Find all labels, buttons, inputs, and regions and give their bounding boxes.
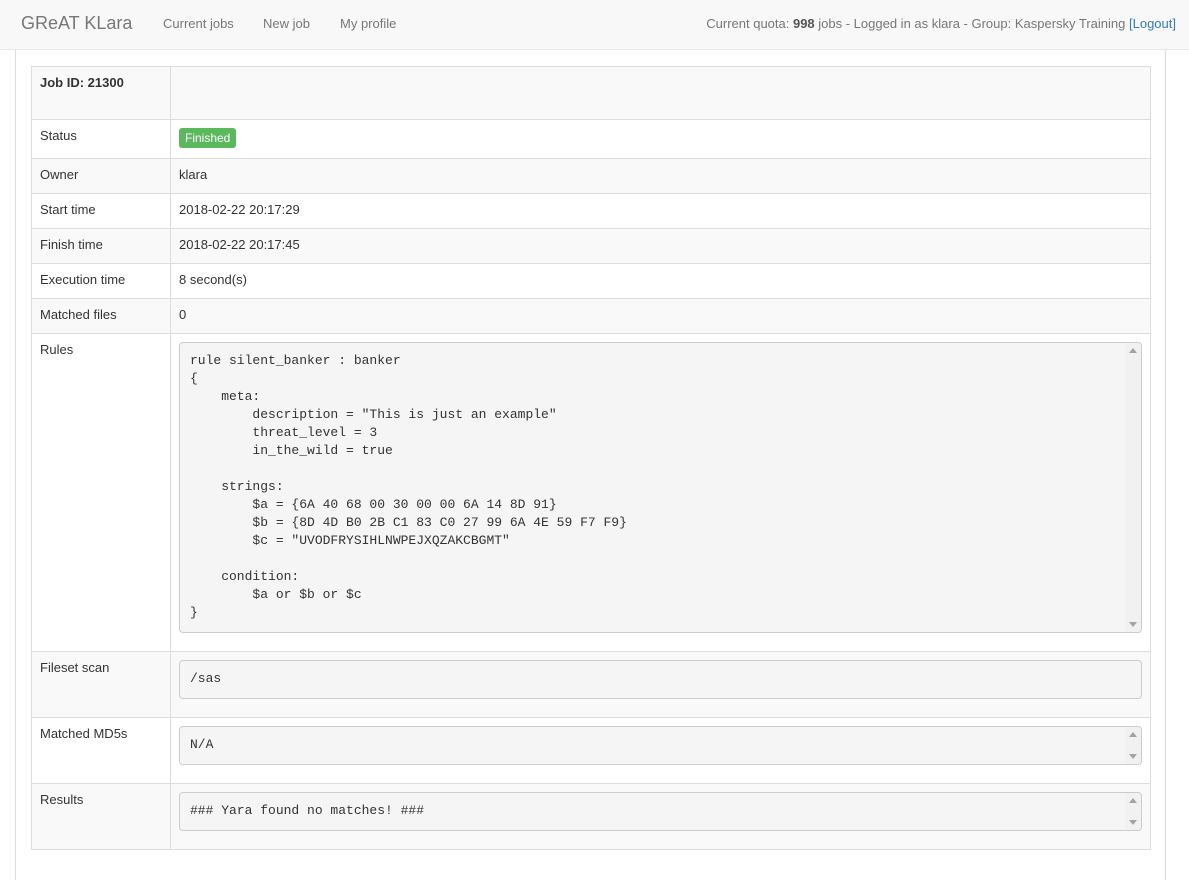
execution-time-label: Execution time (31, 263, 171, 299)
matched-md5s-block[interactable]: N/A (179, 726, 1142, 765)
start-time-label: Start time (31, 193, 171, 229)
fileset-scan-row: Fileset scan /sas (31, 651, 1151, 718)
matched-files-label: Matched files (31, 298, 171, 334)
user-info: Current quota: 998 jobs - Logged in as k… (706, 16, 1176, 31)
quota-prefix: Current quota: (706, 16, 793, 31)
finish-time-label: Finish time (31, 228, 171, 264)
finish-time-value: 2018-02-22 20:17:45 (170, 228, 1151, 264)
results-row: Results ### Yara found no matches! ### (31, 783, 1151, 850)
logout-link[interactable]: [Logout] (1129, 16, 1176, 31)
scroll-down-arrow-icon[interactable] (1129, 622, 1137, 627)
finish-time-row: Finish time 2018-02-22 20:17:45 (31, 228, 1151, 264)
brand-link[interactable]: GReAT KLara (21, 13, 132, 34)
rules-row: Rules rule silent_banker : banker { meta… (31, 333, 1151, 652)
matched-md5s-text: N/A (190, 737, 214, 752)
status-label: Status (31, 119, 171, 159)
execution-time-value: 8 second(s) (170, 263, 1151, 299)
job-details-table: Job ID: 21300 Status Finished Owner klar… (31, 66, 1151, 850)
owner-value: klara (170, 158, 1151, 194)
matched-md5s-row: Matched MD5s N/A (31, 717, 1151, 784)
quota-value: 998 (792, 16, 815, 31)
scroll-down-arrow-icon[interactable] (1129, 820, 1137, 825)
fileset-scan-text: /sas (190, 671, 222, 686)
top-navbar: GReAT KLara Current jobs New job My prof… (0, 0, 1189, 50)
scroll-up-arrow-icon[interactable] (1129, 798, 1137, 803)
owner-row: Owner klara (31, 158, 1151, 194)
results-text: ### Yara found no matches! ### (190, 803, 425, 818)
start-time-row: Start time 2018-02-22 20:17:29 (31, 193, 1151, 229)
start-time-value: 2018-02-22 20:17:29 (170, 193, 1151, 229)
matched-md5s-label: Matched MD5s (31, 717, 171, 784)
owner-label: Owner (31, 158, 171, 194)
job-header-row: Job ID: 21300 (31, 66, 1151, 120)
results-scrollbar[interactable] (1125, 793, 1141, 830)
status-row: Status Finished (31, 119, 1151, 159)
results-block[interactable]: ### Yara found no matches! ### (179, 792, 1142, 831)
status-badge: Finished (179, 128, 237, 148)
md5s-scrollbar[interactable] (1125, 727, 1141, 764)
nav-my-profile[interactable]: My profile (340, 16, 396, 31)
scroll-up-arrow-icon[interactable] (1129, 348, 1137, 353)
user-group-text: jobs - Logged in as klara - Group: Kaspe… (814, 16, 1129, 31)
matched-files-row: Matched files 0 (31, 298, 1151, 334)
nav-new-job[interactable]: New job (263, 16, 310, 31)
rules-code-block[interactable]: rule silent_banker : banker { meta: desc… (179, 342, 1142, 633)
rules-scrollbar[interactable] (1125, 343, 1141, 632)
matched-files-value: 0 (170, 298, 1151, 334)
scroll-down-arrow-icon[interactable] (1129, 754, 1137, 759)
rules-label: Rules (31, 333, 171, 652)
fileset-scan-block[interactable]: /sas (179, 660, 1142, 699)
results-label: Results (31, 783, 171, 850)
nav-current-jobs[interactable]: Current jobs (163, 16, 234, 31)
scroll-up-arrow-icon[interactable] (1129, 732, 1137, 737)
execution-time-row: Execution time 8 second(s) (31, 263, 1151, 299)
fileset-scan-label: Fileset scan (31, 651, 171, 718)
rules-text: rule silent_banker : banker { meta: desc… (190, 353, 627, 620)
job-id-heading: Job ID: 21300 (31, 66, 171, 120)
